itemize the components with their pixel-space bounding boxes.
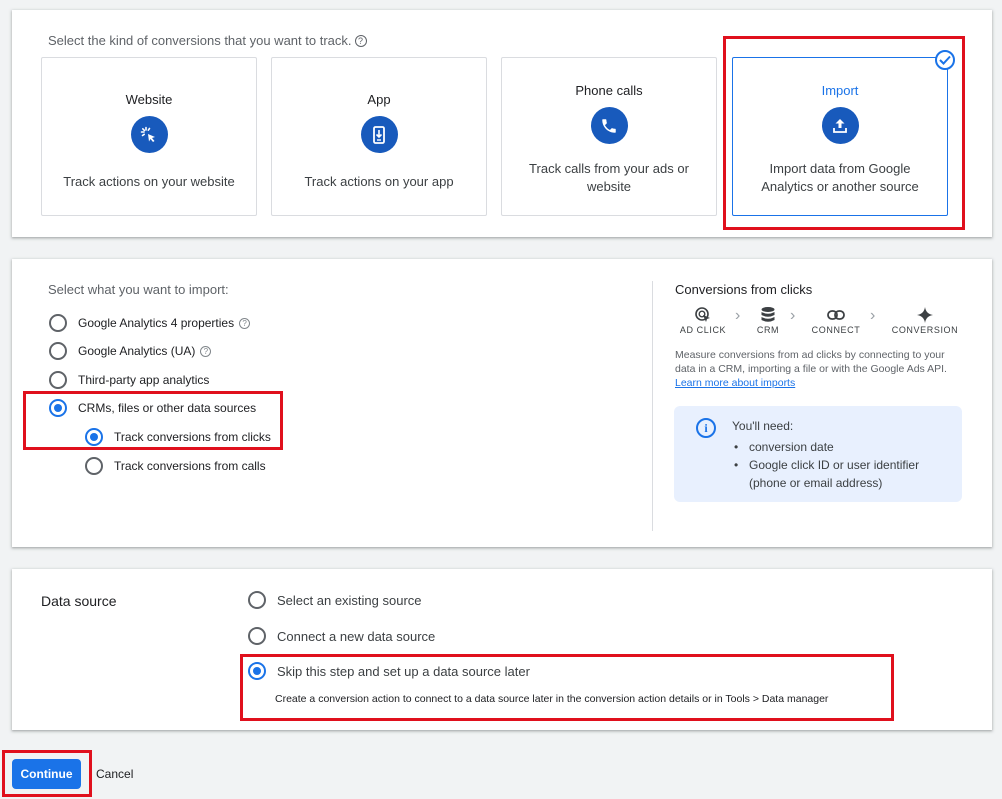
help-circle-icon[interactable]: ? xyxy=(354,35,367,47)
tile-title: App xyxy=(367,92,391,107)
side-panel-description: Measure conversions from ad clicks by co… xyxy=(675,348,965,390)
info-icon: i xyxy=(696,418,716,438)
chevron-right-icon: › xyxy=(735,307,741,324)
side-panel-description-text: Measure conversions from ad clicks by co… xyxy=(675,349,947,375)
help-circle-icon[interactable]: ? xyxy=(200,345,212,357)
tile-phone-calls[interactable]: Phone calls Track calls from your ads or… xyxy=(501,57,717,216)
radio-option-third-party[interactable]: Third-party app analytics xyxy=(49,371,209,389)
requirements-box: i You'll need: conversion date Google cl… xyxy=(674,406,962,502)
flow-step-ad-click: AD CLICK xyxy=(675,305,731,335)
requirements-title: You'll need: xyxy=(732,419,794,433)
radio-label: Connect a new data source xyxy=(277,628,436,644)
tile-title: Phone calls xyxy=(575,83,643,98)
cursor-click-icon xyxy=(130,116,168,153)
continue-button[interactable]: Continue xyxy=(12,759,81,789)
radio-option-crm[interactable]: CRMs, files or other data sources xyxy=(49,399,256,417)
radio-button[interactable] xyxy=(248,627,266,645)
learn-more-link[interactable]: Learn more about imports xyxy=(675,377,795,389)
flow-step-connect: CONNECT xyxy=(807,305,865,335)
mobile-app-icon xyxy=(360,116,398,153)
radio-label: Google Analytics (UA) xyxy=(78,344,196,358)
flow-step-label: CONNECT xyxy=(811,325,861,335)
tile-title: Website xyxy=(125,92,173,107)
check-icon xyxy=(935,50,955,70)
cancel-button[interactable]: Cancel xyxy=(96,759,133,789)
radio-option-ga4[interactable]: Google Analytics 4 properties ? xyxy=(49,314,251,332)
conversion-flow: AD CLICK › CRM › CONNECT › CONVERSION xyxy=(675,305,975,341)
radio-label: Select an existing source xyxy=(277,592,422,608)
phone-icon xyxy=(590,107,628,144)
database-icon xyxy=(750,305,786,325)
conversion-kind-prompt: Select the kind of conversions that you … xyxy=(48,33,367,48)
help-circle-icon[interactable]: ? xyxy=(239,317,251,329)
link-icon xyxy=(807,305,865,325)
radio-label: Track conversions from calls xyxy=(114,459,266,473)
requirement-item: conversion date xyxy=(734,438,954,456)
import-source-prompt: Select what you want to import: xyxy=(48,282,229,297)
tile-description: Track actions on your app xyxy=(304,174,454,189)
ad-click-icon xyxy=(675,305,731,325)
radio-option-calls[interactable]: Track conversions from calls xyxy=(85,457,266,475)
tile-description: Track actions on your website xyxy=(63,174,235,189)
radio-button[interactable] xyxy=(49,371,67,389)
radio-button[interactable] xyxy=(248,591,266,609)
import-source-section: Select what you want to import: Google A… xyxy=(12,259,992,547)
radio-button[interactable] xyxy=(85,428,103,446)
radio-option-ua[interactable]: Google Analytics (UA) ? xyxy=(49,342,212,360)
radio-label: Google Analytics 4 properties xyxy=(78,316,235,330)
radio-option-skip[interactable]: Skip this step and set up a data source … xyxy=(248,662,530,680)
upload-icon xyxy=(821,107,859,144)
conversion-kind-prompt-text: Select the kind of conversions that you … xyxy=(48,33,352,48)
radio-button[interactable] xyxy=(85,457,103,475)
radio-label: CRMs, files or other data sources xyxy=(78,401,257,415)
conversion-kind-section: Select the kind of conversions that you … xyxy=(12,10,992,237)
radio-option-new-source[interactable]: Connect a new data source xyxy=(248,627,435,645)
requirement-item: Google click ID or user identifier (phon… xyxy=(734,456,954,492)
radio-button[interactable] xyxy=(49,342,67,360)
radio-label: Third-party app analytics xyxy=(78,373,210,387)
skip-hint: Create a conversion action to connect to… xyxy=(275,693,829,705)
vertical-divider xyxy=(652,281,653,531)
flow-step-conversion: CONVERSION xyxy=(887,305,963,335)
radio-option-existing-source[interactable]: Select an existing source xyxy=(248,591,422,609)
data-source-label: Data source xyxy=(41,593,117,609)
data-source-section: Data source Select an existing source Co… xyxy=(12,569,992,730)
tile-description: Track calls from your ads or website xyxy=(529,161,689,194)
flow-step-label: CRM xyxy=(756,325,780,335)
side-panel-title: Conversions from clicks xyxy=(675,282,813,297)
radio-label: Skip this step and set up a data source … xyxy=(277,663,530,679)
tile-website[interactable]: Website Track actions on your website xyxy=(41,57,257,216)
requirements-list: conversion date Google click ID or user … xyxy=(734,438,954,492)
radio-label: Track conversions from clicks xyxy=(114,430,271,444)
radio-button[interactable] xyxy=(49,314,67,332)
chevron-right-icon: › xyxy=(870,307,876,324)
radio-option-clicks[interactable]: Track conversions from clicks xyxy=(85,428,271,446)
radio-button[interactable] xyxy=(248,662,266,680)
sparkle-icon xyxy=(887,305,963,325)
tile-import[interactable]: Import Import data from Google Analytics… xyxy=(732,50,955,216)
tile-description: Import data from Google Analytics or ano… xyxy=(761,161,919,194)
radio-button[interactable] xyxy=(49,399,67,417)
chevron-right-icon: › xyxy=(790,307,796,324)
tile-title: Import xyxy=(821,83,859,98)
flow-step-label: AD CLICK xyxy=(679,325,727,335)
flow-step-label: CONVERSION xyxy=(891,325,959,335)
flow-step-crm: CRM xyxy=(750,305,786,335)
tile-app[interactable]: App Track actions on your app xyxy=(271,57,487,216)
